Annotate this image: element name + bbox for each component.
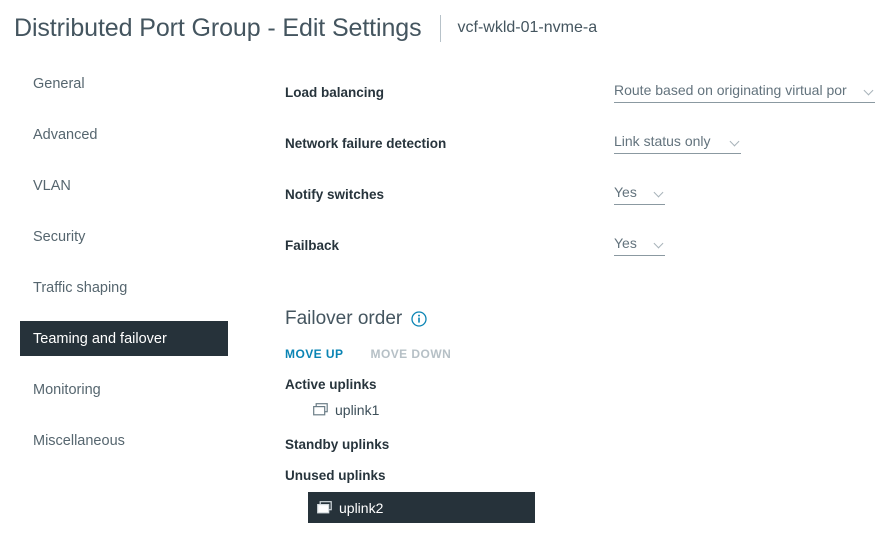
port-group-name: vcf-wkld-01-nvme-a [458, 19, 598, 37]
select-failback[interactable]: Yes [614, 235, 665, 256]
network-adapter-icon [313, 403, 328, 417]
sidebar-item-general[interactable]: General [20, 66, 228, 101]
move-up-button[interactable]: MOVE UP [285, 347, 344, 361]
failover-order-section: Failover order MOVE UP MOVE DOWN Active … [285, 308, 685, 523]
network-adapter-icon [317, 501, 332, 515]
sidebar-item-label: VLAN [33, 178, 71, 194]
settings-sidebar: General Advanced VLAN Security Traffic shapi… [0, 66, 245, 474]
group-title-standby-uplinks: Standby uplinks [285, 437, 685, 452]
label-failback: Failback [285, 238, 339, 253]
sidebar-item-label: Monitoring [33, 382, 101, 398]
form-row-notify-switches: Notify switches Yes [285, 184, 875, 235]
label-network-failure-detection: Network failure detection [285, 136, 446, 151]
uplink-label: uplink1 [335, 402, 379, 418]
label-load-balancing: Load balancing [285, 85, 384, 100]
uplink-row[interactable]: uplink1 [308, 398, 512, 421]
uplink-label: uplink2 [339, 500, 383, 516]
sidebar-item-label: Security [33, 229, 85, 245]
sidebar-item-vlan[interactable]: VLAN [20, 168, 228, 203]
sidebar-item-teaming-and-failover[interactable]: Teaming and failover [20, 321, 228, 356]
uplink-groups: Active uplinks uplink1 Standby uplinks Unus… [285, 377, 685, 523]
sidebar-item-label: Traffic shaping [33, 280, 127, 296]
uplink-row[interactable]: uplink2 [308, 492, 535, 523]
failover-order-heading: Failover order [285, 308, 685, 330]
sidebar-item-security[interactable]: Security [20, 219, 228, 254]
select-value-notify-switches: Yes [614, 184, 637, 200]
chevron-down-icon [654, 240, 665, 247]
sidebar-item-label: Teaming and failover [33, 331, 167, 347]
select-value-network-failure-detection: Link status only [614, 133, 711, 149]
sidebar-item-advanced[interactable]: Advanced [20, 117, 228, 152]
sidebar-item-traffic-shaping[interactable]: Traffic shaping [20, 270, 228, 305]
form-row-network-failure-detection: Network failure detection Link status onl… [285, 133, 875, 184]
teaming-failover-form: Load balancing Route based on originating… [285, 82, 875, 286]
form-row-failback: Failback Yes [285, 235, 875, 286]
sidebar-item-miscellaneous[interactable]: Miscellaneous [20, 423, 228, 458]
page-title: Distributed Port Group - Edit Settings [14, 14, 422, 43]
chevron-down-icon [864, 87, 875, 94]
select-load-balancing[interactable]: Route based on originating virtual por [614, 82, 875, 103]
failover-order-actions: MOVE UP MOVE DOWN [285, 347, 685, 361]
sidebar-item-label: General [33, 76, 85, 92]
failover-order-label: Failover order [285, 308, 402, 330]
select-network-failure-detection[interactable]: Link status only [614, 133, 741, 154]
chevron-down-icon [730, 138, 741, 145]
move-down-button: MOVE DOWN [371, 347, 452, 361]
select-notify-switches[interactable]: Yes [614, 184, 665, 205]
chevron-down-icon [654, 189, 665, 196]
group-title-unused-uplinks: Unused uplinks [285, 468, 685, 483]
form-row-load-balancing: Load balancing Route based on originating… [285, 82, 875, 133]
select-value-load-balancing: Route based on originating virtual por [614, 82, 847, 98]
sidebar-item-label: Advanced [33, 127, 98, 143]
sidebar-item-monitoring[interactable]: Monitoring [20, 372, 228, 407]
info-circle-icon[interactable] [411, 311, 427, 327]
select-value-failback: Yes [614, 235, 637, 251]
dialog-header: Distributed Port Group - Edit Settings v… [0, 0, 875, 56]
header-divider [440, 15, 441, 42]
label-notify-switches: Notify switches [285, 187, 384, 202]
sidebar-item-label: Miscellaneous [33, 433, 125, 449]
group-title-active-uplinks: Active uplinks [285, 377, 685, 392]
